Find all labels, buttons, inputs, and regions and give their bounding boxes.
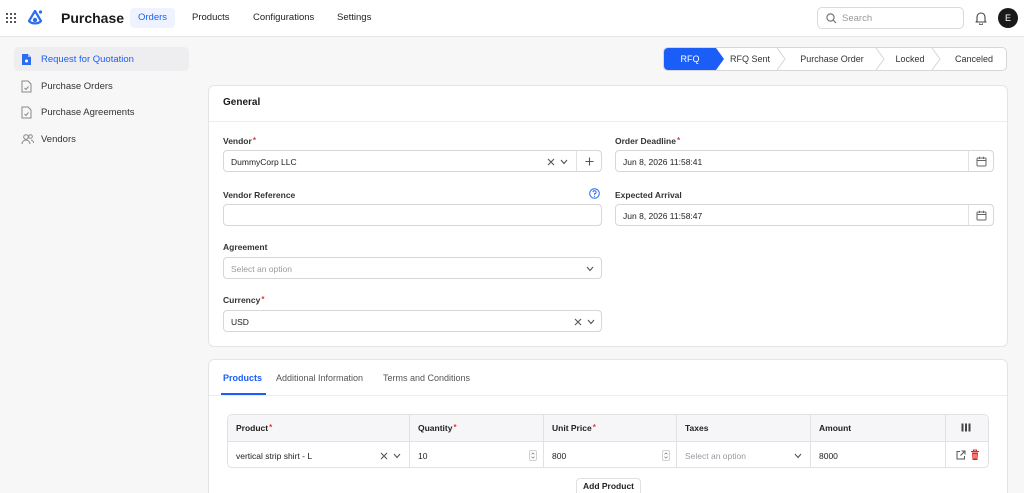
step-purchase-order[interactable]: Purchase Order [786, 48, 878, 70]
chevron-down-icon[interactable] [794, 453, 802, 459]
sidebar-item-purchase-agreements[interactable]: Purchase Agreements [14, 100, 189, 124]
products-table: Product* Quantity* Unit Price* Taxes Amo… [227, 414, 989, 468]
columns-icon[interactable] [961, 423, 971, 432]
order-deadline-value: Jun 8, 2026 11:58:41 [623, 157, 703, 167]
step-locked[interactable]: Locked [886, 48, 934, 70]
divider [209, 121, 1007, 122]
expected-arrival-value: Jun 8, 2026 11:58:47 [623, 211, 703, 221]
quantity-value: 10 [418, 451, 428, 461]
products-card: Products Additional Information Terms an… [208, 359, 1008, 493]
general-card: General Vendor* DummyCorp LLC Vendor Ref… [208, 85, 1008, 347]
currency-value: USD [231, 317, 249, 327]
order-deadline-input[interactable]: Jun 8, 2026 11:58:41 [615, 150, 994, 172]
table-cell-product[interactable]: vertical strip shirt - L [228, 441, 410, 468]
amount-value: 8000 [819, 451, 838, 461]
column-header-unit-price: Unit Price* [544, 415, 677, 441]
stepper-icon[interactable] [529, 450, 537, 461]
users-icon [21, 134, 34, 145]
currency-select[interactable]: USD [223, 310, 602, 332]
vendor-reference-label: Vendor Reference [223, 190, 296, 200]
calendar-icon[interactable] [976, 210, 987, 221]
document-check-icon [21, 80, 32, 93]
general-title: General [223, 97, 261, 108]
open-external-icon[interactable] [956, 450, 966, 460]
clear-icon[interactable] [547, 158, 555, 166]
order-deadline-label: Order Deadline* [615, 136, 681, 146]
currency-label: Currency* [223, 295, 265, 305]
column-header-amount: Amount [811, 415, 946, 441]
apps-grid-icon[interactable] [6, 13, 16, 23]
agreement-label: Agreement [223, 242, 268, 252]
app-title: Purchase [61, 10, 125, 26]
chevron-down-icon[interactable] [586, 266, 594, 272]
document-check-icon [21, 106, 32, 119]
sidebar-item-label: Vendors [41, 134, 76, 145]
user-avatar[interactable]: E [998, 8, 1018, 28]
help-icon[interactable] [589, 188, 600, 199]
sidebar-item-label: Request for Quotation [41, 54, 134, 65]
clear-icon[interactable] [574, 318, 582, 326]
step-arrow-icon [932, 48, 941, 70]
clear-icon[interactable] [380, 452, 388, 460]
nav-configurations[interactable]: Configurations [245, 8, 322, 28]
search-box[interactable] [817, 7, 964, 29]
divider [209, 395, 1007, 396]
taxes-placeholder: Select an option [685, 451, 746, 461]
column-header-quantity: Quantity* [410, 415, 544, 441]
calendar-icon[interactable] [976, 156, 987, 167]
top-bar: Purchase Orders Products Configurations … [0, 0, 1024, 37]
divider [968, 151, 969, 171]
divider [968, 205, 969, 225]
chevron-down-icon[interactable] [587, 319, 595, 325]
sidebar-item-label: Purchase Orders [41, 81, 113, 92]
delete-icon[interactable] [970, 449, 980, 461]
step-rfq[interactable]: RFQ [664, 48, 716, 70]
table-cell-actions [946, 441, 988, 468]
add-product-button[interactable]: Add Product [576, 478, 641, 493]
nav-products[interactable]: Products [184, 8, 238, 28]
nav-orders[interactable]: Orders [130, 8, 176, 28]
agreement-select[interactable]: Select an option [223, 257, 602, 279]
tab-terms-and-conditions[interactable]: Terms and Conditions [383, 373, 470, 383]
vendor-label: Vendor* [223, 136, 256, 146]
sidebar-item-purchase-orders[interactable]: Purchase Orders [14, 74, 189, 98]
table-cell-taxes[interactable]: Select an option [677, 441, 811, 468]
vendor-reference-input[interactable] [223, 204, 602, 226]
column-header-product: Product* [228, 415, 410, 441]
table-cell-unit-price[interactable]: 800 [544, 441, 677, 468]
sidebar-item-vendors[interactable]: Vendors [14, 127, 189, 151]
nav-settings[interactable]: Settings [329, 8, 379, 28]
chevron-down-icon[interactable] [560, 159, 568, 165]
expected-arrival-input[interactable]: Jun 8, 2026 11:58:47 [615, 204, 994, 226]
app-logo-icon [27, 9, 43, 25]
vendor-value: DummyCorp LLC [231, 157, 297, 167]
product-value: vertical strip shirt - L [236, 451, 313, 461]
document-star-icon [22, 54, 31, 65]
search-input[interactable] [842, 11, 957, 26]
vendor-select[interactable]: DummyCorp LLC [223, 150, 602, 172]
notification-bell-icon[interactable] [975, 11, 987, 25]
divider [576, 151, 577, 171]
unit-price-value: 800 [552, 451, 567, 461]
stepper-icon[interactable] [662, 450, 670, 461]
tab-additional-information[interactable]: Additional Information [276, 373, 363, 383]
expected-arrival-label: Expected Arrival [615, 190, 682, 200]
agreement-placeholder: Select an option [231, 264, 292, 274]
sidebar: Request for Quotation Purchase Orders Pu… [0, 37, 198, 493]
column-header-taxes: Taxes [677, 415, 811, 441]
table-cell-quantity[interactable]: 10 [410, 441, 544, 468]
tab-products[interactable]: Products [223, 373, 262, 383]
add-vendor-icon[interactable] [585, 157, 594, 166]
sidebar-item-request-for-quotation[interactable]: Request for Quotation [14, 47, 189, 71]
search-icon [826, 13, 837, 24]
status-stepper: RFQ RFQ Sent Purchase Order Locked Cance… [663, 47, 1007, 71]
step-arrow-icon [876, 48, 885, 70]
table-cell-amount: 8000 [811, 441, 946, 468]
sidebar-item-label: Purchase Agreements [41, 107, 135, 118]
column-settings-header [946, 415, 988, 441]
step-canceled[interactable]: Canceled [942, 48, 1006, 70]
chevron-down-icon[interactable] [393, 453, 401, 459]
step-rfq-sent[interactable]: RFQ Sent [722, 48, 778, 70]
